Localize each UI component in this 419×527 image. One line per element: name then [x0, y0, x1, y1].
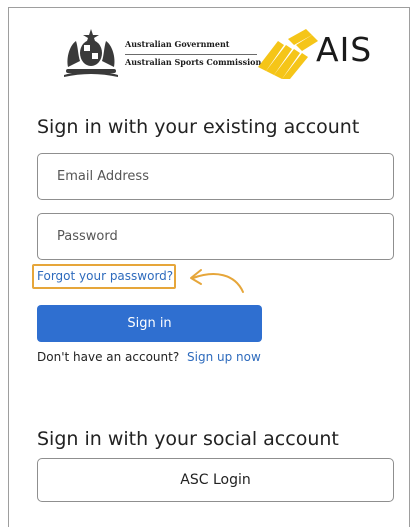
email-field[interactable]	[37, 153, 394, 200]
coat-of-arms-icon	[64, 29, 118, 77]
no-account-text: Don't have an account?	[37, 350, 180, 364]
gov-subtitle: Australian Sports Commission	[125, 57, 262, 67]
ais-wave-icon	[258, 29, 318, 79]
sign-up-link[interactable]: Sign up now	[187, 351, 261, 363]
sign-in-button[interactable]: Sign in	[37, 305, 262, 342]
gov-title: Australian Government	[125, 39, 230, 49]
brand-logo: AIS	[316, 30, 373, 69]
divider	[125, 54, 257, 55]
forgot-password-link[interactable]: Forgot your password?	[37, 270, 173, 282]
social-heading: Sign in with your social account	[37, 428, 339, 450]
signin-heading: Sign in with your existing account	[37, 116, 360, 138]
password-field[interactable]	[37, 213, 394, 260]
arrow-pointer-icon	[190, 269, 244, 293]
header-logos: Australian Government Australian Sports …	[62, 27, 372, 83]
asc-login-button[interactable]: ASC Login	[37, 458, 394, 502]
